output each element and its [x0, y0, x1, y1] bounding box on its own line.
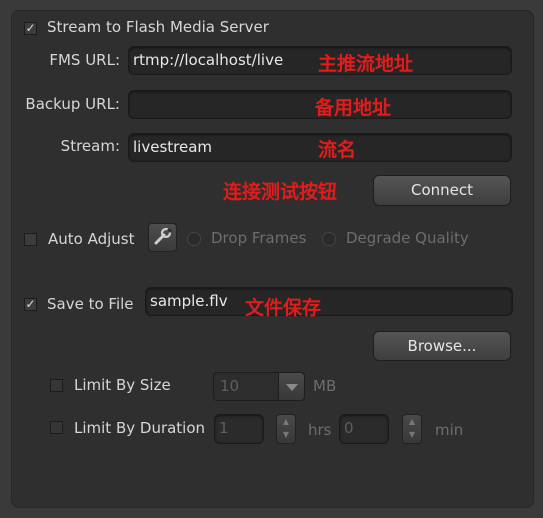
- save-to-file-label: Save to File: [47, 295, 134, 313]
- stepper-down-icon[interactable]: ▼: [409, 430, 415, 439]
- limit-size-select[interactable]: 10: [213, 372, 305, 401]
- stream-to-fms-label: Stream to Flash Media Server: [47, 18, 269, 36]
- browse-button[interactable]: Browse...: [373, 331, 511, 361]
- backup-url-annotation: 备用地址: [315, 97, 392, 119]
- save-file-annotation: 文件保存: [245, 297, 322, 319]
- backup-url-label: Backup URL:: [25, 95, 120, 113]
- minutes-input[interactable]: 0: [339, 414, 389, 444]
- save-to-file-checkbox[interactable]: ✓: [24, 298, 37, 311]
- hours-stepper[interactable]: ▲ ▼: [276, 414, 296, 444]
- wrench-icon: [154, 227, 173, 245]
- save-file-input[interactable]: sample.flv: [145, 287, 513, 316]
- stream-name-annotation: 流名: [318, 139, 357, 161]
- stepper-down-icon[interactable]: ▼: [283, 430, 289, 439]
- limit-by-size-checkbox[interactable]: [50, 379, 63, 392]
- degrade-quality-radio[interactable]: [322, 232, 336, 246]
- hours-input[interactable]: 1: [214, 414, 264, 444]
- limit-size-unit: MB: [313, 377, 337, 395]
- connect-annotation: 连接测试按钮: [223, 181, 338, 203]
- connect-button[interactable]: Connect: [373, 175, 511, 206]
- fms-settings-panel: ✓ Stream to Flash Media Server FMS URL: …: [11, 10, 534, 508]
- stream-to-fms-checkbox[interactable]: ✓: [24, 22, 37, 35]
- stream-label: Stream:: [60, 137, 120, 155]
- minutes-unit: min: [435, 421, 464, 439]
- limit-by-duration-label: Limit By Duration: [74, 419, 206, 437]
- hours-unit: hrs: [308, 421, 332, 439]
- fms-url-label: FMS URL:: [49, 51, 120, 69]
- stepper-up-icon[interactable]: ▲: [283, 417, 289, 426]
- chevron-down-icon[interactable]: [278, 373, 304, 400]
- limit-by-size-label: Limit By Size: [74, 376, 171, 394]
- fms-url-annotation: 主推流地址: [318, 53, 414, 75]
- auto-adjust-checkbox[interactable]: [24, 233, 37, 246]
- degrade-quality-label: Degrade Quality: [346, 229, 469, 247]
- auto-adjust-settings-button[interactable]: [148, 223, 177, 252]
- drop-frames-radio[interactable]: [187, 232, 201, 246]
- auto-adjust-label: Auto Adjust: [48, 230, 135, 248]
- drop-frames-label: Drop Frames: [211, 229, 307, 247]
- limit-size-value: 10: [220, 377, 240, 395]
- minutes-stepper[interactable]: ▲ ▼: [402, 414, 422, 444]
- limit-by-duration-checkbox[interactable]: [50, 421, 63, 434]
- stepper-up-icon[interactable]: ▲: [409, 417, 415, 426]
